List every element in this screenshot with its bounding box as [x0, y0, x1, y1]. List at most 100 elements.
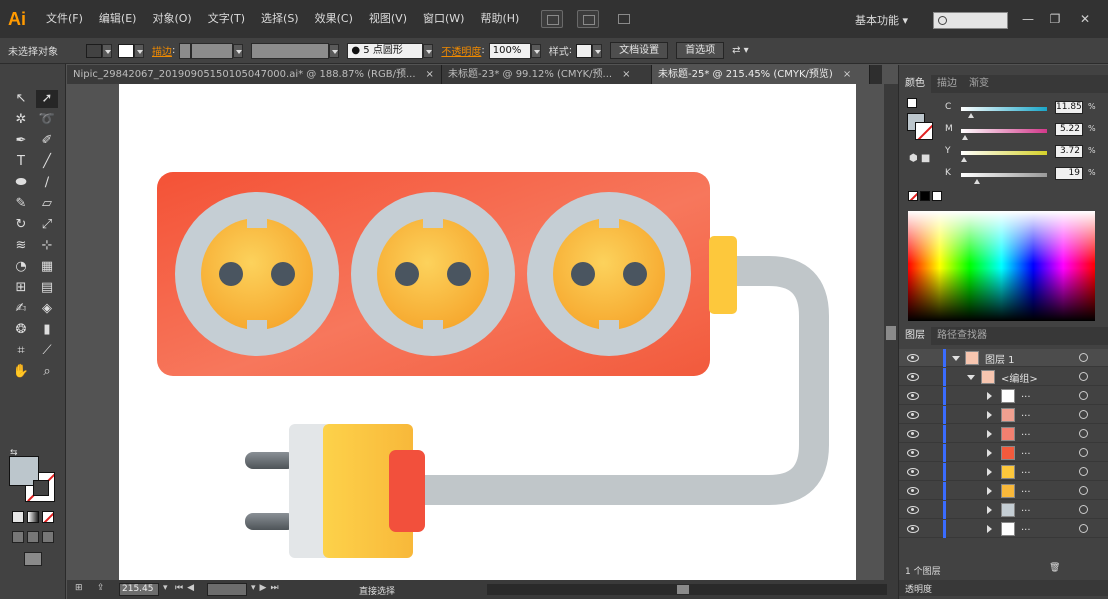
expand-arrow-icon[interactable]: [987, 525, 992, 533]
stroke-swatch[interactable]: [118, 43, 134, 58]
color-spectrum[interactable]: [908, 211, 1095, 321]
draw-behind-icon[interactable]: [27, 531, 39, 543]
bridge-icon[interactable]: [541, 10, 564, 28]
brush-definition[interactable]: ● 5 点圆形: [347, 42, 424, 59]
zoom-tool-icon[interactable]: ⌕: [36, 363, 58, 381]
close-tab-icon[interactable]: ×: [843, 65, 851, 84]
lasso-tool-icon[interactable]: ➰: [36, 111, 58, 129]
target-icon[interactable]: [1079, 391, 1088, 400]
visibility-eye-icon[interactable]: [906, 485, 920, 496]
layer-row-1[interactable]: 图层 1: [899, 349, 1108, 367]
target-icon[interactable]: [1079, 448, 1088, 457]
paintbrush-tool-icon[interactable]: ∕: [36, 174, 58, 192]
target-icon[interactable]: [1079, 505, 1088, 514]
artboard-number-field[interactable]: [207, 583, 247, 596]
visibility-eye-icon[interactable]: [906, 504, 920, 515]
cyan-slider[interactable]: C 11.85 %: [945, 101, 1105, 119]
expand-arrow-icon[interactable]: [987, 506, 992, 514]
out-of-gamut-icon[interactable]: ⬢ ■: [909, 153, 930, 164]
horizontal-scrollbar[interactable]: [487, 584, 887, 595]
target-icon[interactable]: [1079, 410, 1088, 419]
selection-tool-icon[interactable]: ↖: [10, 90, 32, 108]
help-search-input[interactable]: [933, 12, 1008, 29]
screen-mode-icon[interactable]: [24, 552, 42, 566]
sublayer-name[interactable]: ...: [1021, 389, 1031, 400]
slice-tool-icon[interactable]: ⟋: [36, 342, 58, 360]
visibility-eye-icon[interactable]: [906, 409, 920, 420]
arrange-icon[interactable]: ⇄ ▾: [732, 45, 749, 56]
gradient-mode-icon[interactable]: [27, 511, 39, 523]
slider-thumb[interactable]: [974, 179, 981, 184]
line-tool-icon[interactable]: ╱: [36, 153, 58, 171]
expand-arrow-icon[interactable]: [987, 430, 992, 438]
panel-stroke-swatch[interactable]: [915, 122, 933, 140]
stroke-dropdown-icon[interactable]: [134, 43, 144, 58]
minimize-icon[interactable]: —: [1018, 10, 1038, 28]
sublayer-name[interactable]: ...: [1021, 503, 1031, 514]
draw-inside-icon[interactable]: [42, 531, 54, 543]
perspective-grid-tool-icon[interactable]: ▦: [36, 258, 58, 276]
column-graph-tool-icon[interactable]: ▮: [36, 321, 58, 339]
pencil-tool-icon[interactable]: ✎: [10, 195, 32, 213]
channel-value[interactable]: 5.22: [1055, 123, 1083, 136]
slider-track[interactable]: [961, 151, 1047, 155]
expand-arrow-icon[interactable]: [987, 392, 992, 400]
graphic-style-swatch[interactable]: [576, 43, 593, 58]
tab-color[interactable]: 颜色: [899, 75, 931, 93]
expand-arrow-icon[interactable]: [987, 449, 992, 457]
delete-layer-icon[interactable]: 🗑: [1049, 563, 1060, 573]
free-transform-tool-icon[interactable]: ⊹: [36, 237, 58, 255]
curvature-tool-icon[interactable]: ✐: [36, 132, 58, 150]
direct-selection-tool-icon[interactable]: ➚: [36, 90, 58, 108]
eyedropper-tool-icon[interactable]: ✍: [10, 300, 32, 318]
artboard-nav-icon[interactable]: ⊞: [75, 583, 83, 593]
transparency-panel-tab[interactable]: 透明度: [899, 580, 1108, 596]
target-icon[interactable]: [1079, 467, 1088, 476]
blend-tool-icon[interactable]: ◈: [36, 300, 58, 318]
target-icon[interactable]: [1079, 486, 1088, 495]
style-dropdown-icon[interactable]: [592, 43, 603, 58]
slider-track[interactable]: [961, 129, 1047, 133]
default-colors-icon[interactable]: [907, 98, 917, 108]
stroke-link[interactable]: 描边: [152, 43, 172, 58]
hand-tool-icon[interactable]: ✋: [10, 363, 32, 381]
channel-value[interactable]: 3.72: [1055, 145, 1083, 158]
slider-thumb[interactable]: [961, 157, 968, 162]
yellow-slider[interactable]: Y 3.72 %: [945, 145, 1105, 163]
slider-track[interactable]: [961, 173, 1047, 177]
menu-help[interactable]: 帮助(H): [472, 0, 527, 38]
sublayer-row[interactable]: ...: [899, 501, 1108, 519]
sublayer-row[interactable]: ...: [899, 406, 1108, 424]
sublayer-row[interactable]: ...: [899, 520, 1108, 538]
tab-pathfinder[interactable]: 路径查找器: [931, 327, 993, 345]
gradient-tool-icon[interactable]: ▤: [36, 279, 58, 297]
tab-untitled-25[interactable]: 未标题-25* @ 215.45% (CMYK/预览) ×: [652, 65, 870, 84]
menu-file[interactable]: 文件(F): [38, 0, 91, 38]
group-row[interactable]: <编组>: [899, 368, 1108, 386]
tab-nipic[interactable]: Nipic_29842067_20190905150105047000.ai* …: [67, 65, 442, 84]
rotate-tool-icon[interactable]: ↻: [10, 216, 32, 234]
visibility-eye-icon[interactable]: [906, 352, 920, 363]
menu-edit[interactable]: 编辑(E): [91, 0, 145, 38]
menu-select[interactable]: 选择(S): [253, 0, 307, 38]
color-mode-icon[interactable]: [12, 511, 24, 523]
slider-thumb[interactable]: [968, 113, 975, 118]
workspace-switcher[interactable]: 基本功能 ▾: [855, 12, 908, 28]
shape-builder-tool-icon[interactable]: ◔: [10, 258, 32, 276]
stroke-weight-dropdown-icon[interactable]: [233, 43, 244, 58]
magenta-slider[interactable]: M 5.22 %: [945, 123, 1105, 141]
target-icon[interactable]: [1079, 353, 1088, 362]
target-icon[interactable]: [1079, 372, 1088, 381]
tab-gradient[interactable]: 渐变: [963, 75, 995, 93]
opacity-link[interactable]: 不透明度: [441, 43, 481, 58]
prev-artboard-icon[interactable]: ⏮◀: [175, 583, 198, 593]
opacity-field[interactable]: 100%: [488, 42, 531, 59]
collapse-arrow-icon[interactable]: [967, 375, 975, 380]
sublayer-row[interactable]: ...: [899, 482, 1108, 500]
variable-width-field[interactable]: [251, 42, 330, 59]
sublayer-row[interactable]: ...: [899, 387, 1108, 405]
sync-icon[interactable]: [613, 10, 635, 28]
fill-dropdown-icon[interactable]: [102, 43, 112, 58]
brush-dropdown-icon[interactable]: [423, 43, 434, 58]
target-icon[interactable]: [1079, 524, 1088, 533]
